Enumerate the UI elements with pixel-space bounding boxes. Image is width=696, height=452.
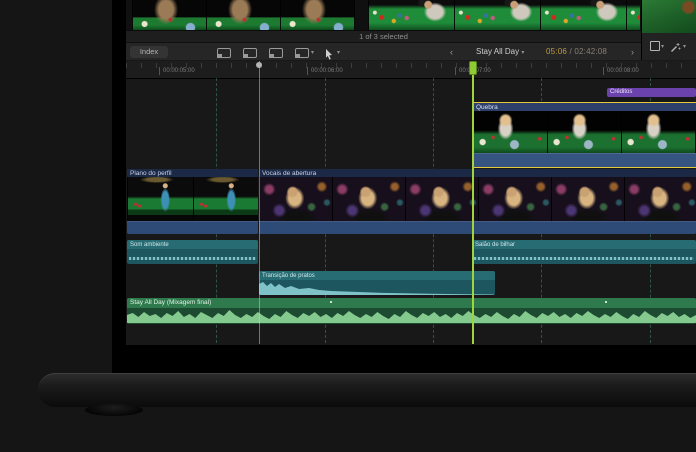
next-project-icon[interactable]: › bbox=[631, 46, 634, 58]
project-name-label: Stay All Day bbox=[476, 47, 519, 56]
crop-chevron-icon[interactable]: ▾ bbox=[661, 43, 664, 50]
clip-stay-all-day-music[interactable]: Stay All Day (Mixagem final) bbox=[127, 298, 696, 324]
clip-audio-section bbox=[127, 221, 258, 234]
clip-marker-dot bbox=[605, 301, 607, 303]
browser-clip-filmstrip-2[interactable] bbox=[368, 0, 640, 30]
viewer-image bbox=[642, 0, 696, 33]
index-button[interactable]: Index bbox=[130, 46, 168, 58]
clip-filmstrip bbox=[127, 177, 258, 221]
viewer-toolbar: ▾ ▾ bbox=[642, 33, 696, 60]
edit-options-chevron-icon[interactable]: ▾ bbox=[311, 49, 314, 56]
clip-transicao-de-pratos[interactable]: Transição de pratos bbox=[259, 271, 495, 295]
clip-audio-section bbox=[473, 153, 696, 167]
tool-menu-chevron-icon[interactable]: ▾ bbox=[337, 49, 340, 56]
insert-edit-icon[interactable] bbox=[243, 48, 257, 58]
ruler-timecode-label: 00:00:06:00 bbox=[307, 67, 343, 75]
project-name-dropdown[interactable]: Stay All Day ▾ bbox=[476, 46, 524, 59]
clip-filmstrip bbox=[473, 111, 696, 153]
ruler-timecode-label: 00:00:05:00 bbox=[159, 67, 195, 75]
playhead-line[interactable] bbox=[472, 61, 474, 344]
ruler-timecode-label: 00:00:08:00 bbox=[603, 67, 639, 75]
browser-clip-filmstrip-1[interactable] bbox=[132, 0, 355, 30]
crop-icon[interactable] bbox=[650, 41, 660, 51]
clip-creditos[interactable]: Créditos bbox=[607, 88, 696, 97]
project-chevron-icon: ▾ bbox=[521, 50, 524, 56]
clip-plano-do-perfil[interactable]: Plano do perfil bbox=[127, 169, 258, 234]
clip-som-ambiente[interactable]: Som ambiente bbox=[127, 240, 258, 264]
timecode-total: 02:42:08 bbox=[574, 47, 607, 56]
browser-pane bbox=[126, 0, 641, 30]
clip-name-label: Transição de pratos bbox=[259, 271, 495, 280]
connect-edit-icon[interactable] bbox=[217, 48, 231, 58]
audio-waveform-decay bbox=[259, 280, 495, 295]
clip-name-label: Quebra bbox=[473, 103, 696, 111]
enhancements-wand-icon[interactable] bbox=[670, 40, 681, 58]
clip-name-label: Som ambiente bbox=[127, 240, 258, 249]
previous-project-icon[interactable]: ‹ bbox=[450, 46, 453, 58]
timeline-toolbar: Index ▾ ▾ ‹ Stay All Day ▾ 05:06 / 02:42… bbox=[126, 42, 641, 61]
clip-filmstrip bbox=[259, 177, 696, 221]
macbook-scene: 1 of 3 selected Index ▾ ▾ ‹ Stay All Day… bbox=[0, 0, 696, 452]
skimmer-pin-icon[interactable] bbox=[256, 62, 262, 68]
final-cut-pro-window: 1 of 3 selected Index ▾ ▾ ‹ Stay All Day… bbox=[126, 0, 696, 345]
clip-marker-dot bbox=[330, 301, 332, 303]
clip-quebra-selected[interactable]: Quebra bbox=[472, 102, 696, 168]
audio-waveform bbox=[127, 307, 696, 323]
clip-name-label: Salão de bilhar bbox=[472, 240, 696, 249]
clip-name-label: Créditos bbox=[607, 88, 696, 96]
enhancements-chevron-icon[interactable]: ▾ bbox=[683, 43, 686, 50]
timecode-display: 05:06 / 02:42:08 bbox=[546, 46, 607, 58]
clip-audio-section bbox=[259, 221, 696, 234]
audio-waveform bbox=[474, 257, 694, 260]
skimmer-line[interactable] bbox=[259, 61, 260, 344]
clip-vocais-de-abertura[interactable]: Vocais de abertura bbox=[259, 169, 696, 234]
clip-salao-de-bilhar[interactable]: Salão de bilhar bbox=[472, 240, 696, 264]
audio-waveform bbox=[129, 257, 256, 260]
macbook-base bbox=[38, 373, 696, 407]
timeline-ruler[interactable]: 00:00:05:00 00:00:06:00 00:00:07:00 00:0… bbox=[126, 61, 696, 79]
macbook-foot bbox=[85, 404, 143, 416]
append-edit-icon[interactable] bbox=[269, 48, 283, 58]
timeline-pane: 00:00:05:00 00:00:06:00 00:00:07:00 00:0… bbox=[126, 60, 696, 345]
overwrite-edit-icon[interactable] bbox=[295, 48, 309, 58]
selection-count-text: 1 of 3 selected bbox=[359, 32, 408, 41]
timecode-current: 05:06 bbox=[546, 47, 567, 56]
playhead-handle[interactable] bbox=[469, 61, 477, 75]
